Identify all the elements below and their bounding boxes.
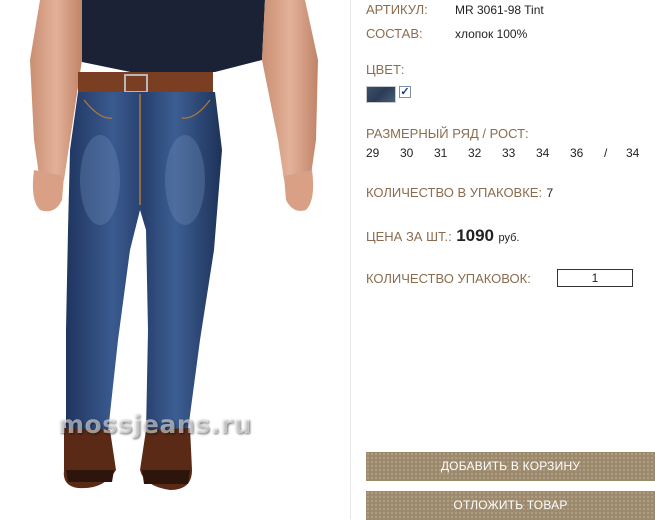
price-label: ЦЕНА ЗА ШТ.: — [366, 229, 452, 244]
size-30: 30 — [400, 146, 414, 160]
size-36: 36 — [570, 146, 584, 160]
size-34: 34 — [536, 146, 550, 160]
jeans-illustration — [30, 0, 318, 490]
size-list: 29 30 31 32 33 34 36 / 34 — [366, 146, 655, 162]
size-29: 29 — [366, 146, 380, 160]
product-photo: mossjeans.ru — [0, 0, 350, 519]
price-value: 1090 — [456, 226, 495, 245]
pack-qty-row: КОЛИЧЕСТВО В УПАКОВКЕ: 7 — [366, 184, 553, 202]
packs-quantity-input[interactable]: 1 — [557, 269, 633, 287]
color-swatch[interactable] — [366, 86, 396, 103]
color-label: ЦВЕТ: — [366, 62, 405, 77]
size-label: РАЗМЕРНЫЙ РЯД / РОСТ: — [366, 126, 529, 141]
divider — [350, 0, 351, 519]
size-31: 31 — [434, 146, 448, 160]
article-value: MR 3061-98 Tint — [455, 3, 544, 17]
composition-value: хлопок 100% — [455, 27, 528, 41]
price-currency: руб. — [498, 232, 520, 244]
packs-label: КОЛИЧЕСТВО УПАКОВОК: — [366, 271, 531, 286]
size-separator: / — [604, 146, 608, 160]
pack-qty-value: 7 — [546, 186, 554, 200]
color-checkbox[interactable]: ✓ — [399, 86, 411, 98]
postpone-button[interactable]: ОТЛОЖИТЬ ТОВАР — [366, 491, 655, 520]
height-value: 34 — [626, 146, 640, 160]
pack-qty-label: КОЛИЧЕСТВО В УПАКОВКЕ: — [366, 185, 543, 200]
size-32: 32 — [468, 146, 482, 160]
add-to-cart-button[interactable]: ДОБАВИТЬ В КОРЗИНУ — [366, 452, 655, 481]
composition-label: СОСТАВ: — [366, 26, 423, 41]
article-label: АРТИКУЛ: — [366, 2, 428, 17]
size-33: 33 — [502, 146, 516, 160]
price-row: ЦЕНА ЗА ШТ.: 1090 руб. — [366, 226, 519, 246]
watermark-text: mossjeans.ru — [58, 410, 252, 439]
